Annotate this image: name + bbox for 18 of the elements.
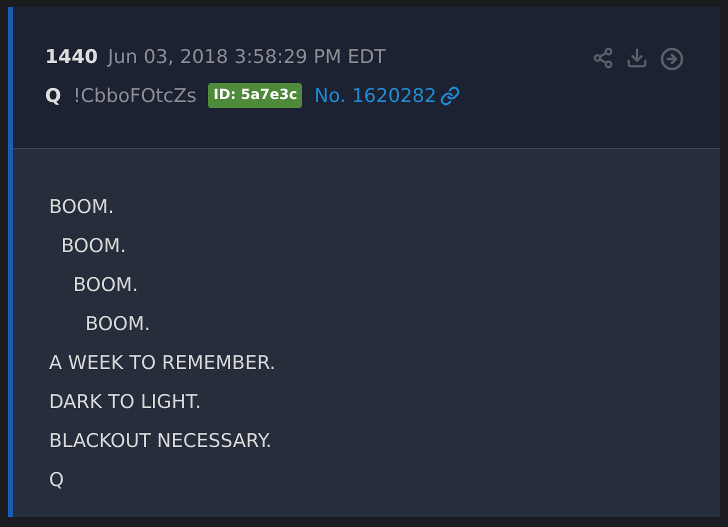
arrow-right-icon[interactable] [660, 47, 684, 71]
post-text-line: A WEEK TO REMEMBER. [49, 351, 276, 376]
post-text-line: Q [49, 468, 64, 493]
share-icon[interactable] [592, 47, 614, 69]
post-text-line: BOOM. [72, 273, 138, 298]
post-text-line: BOOM. [84, 312, 150, 337]
post-timestamp: Jun 03, 2018 3:58:29 PM EDT [108, 45, 386, 70]
author-name: Q [45, 84, 62, 108]
post-text-line: BLACKOUT NECESSARY. [49, 429, 272, 454]
download-icon[interactable] [626, 47, 648, 69]
tripcode: !CbboFOtcZs [73, 84, 196, 108]
post-text-line: BOOM. [49, 195, 114, 220]
post-number: 1440 [45, 45, 98, 70]
link-icon [440, 86, 460, 106]
post-link[interactable]: No. 1620282 [314, 82, 460, 110]
id-badge: ID: 5a7e3c [208, 83, 302, 108]
post-text-line: DARK TO LIGHT. [49, 390, 202, 415]
post-text-line: BOOM. [60, 234, 126, 259]
